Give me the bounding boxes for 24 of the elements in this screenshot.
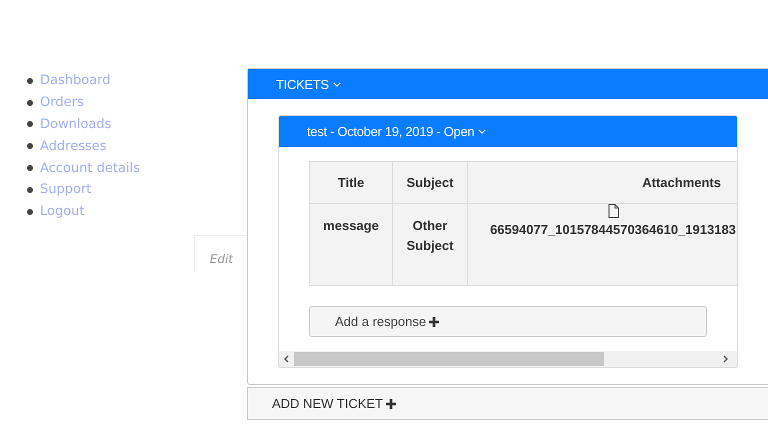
add-response-button[interactable]: Add a response [309, 306, 707, 337]
plus-icon [386, 398, 396, 408]
file-icon [608, 204, 618, 218]
column-header: Subject [392, 162, 468, 204]
plus-icon [429, 316, 440, 326]
edit-tab[interactable]: Edit [194, 234, 247, 270]
table-cell: message [310, 204, 392, 286]
ticket-header[interactable]: test - October 19, 2019 - Open [279, 116, 737, 147]
nav-link[interactable]: Orders [40, 95, 84, 110]
table-cell: Other Subject [392, 204, 468, 286]
add-new-ticket-button[interactable]: ADD NEW TICKET [247, 387, 768, 420]
nav-link[interactable]: Addresses [40, 138, 107, 154]
horizontal-scrollbar[interactable] [279, 351, 737, 367]
column-header: Title [310, 162, 392, 204]
nav-link[interactable]: Logout [40, 204, 85, 220]
nav-link[interactable]: Support [40, 182, 92, 198]
scrollbar-thumb[interactable] [294, 352, 604, 366]
nav-link[interactable]: Downloads [40, 116, 112, 132]
tickets-header[interactable]: TICKETS [248, 69, 768, 99]
chevron-icon [332, 82, 341, 86]
chevron-icon [478, 129, 486, 134]
nav-link[interactable]: Account details [40, 160, 140, 176]
column-header: Attachments [468, 162, 737, 204]
nav-link[interactable]: Dashboard [40, 73, 111, 88]
